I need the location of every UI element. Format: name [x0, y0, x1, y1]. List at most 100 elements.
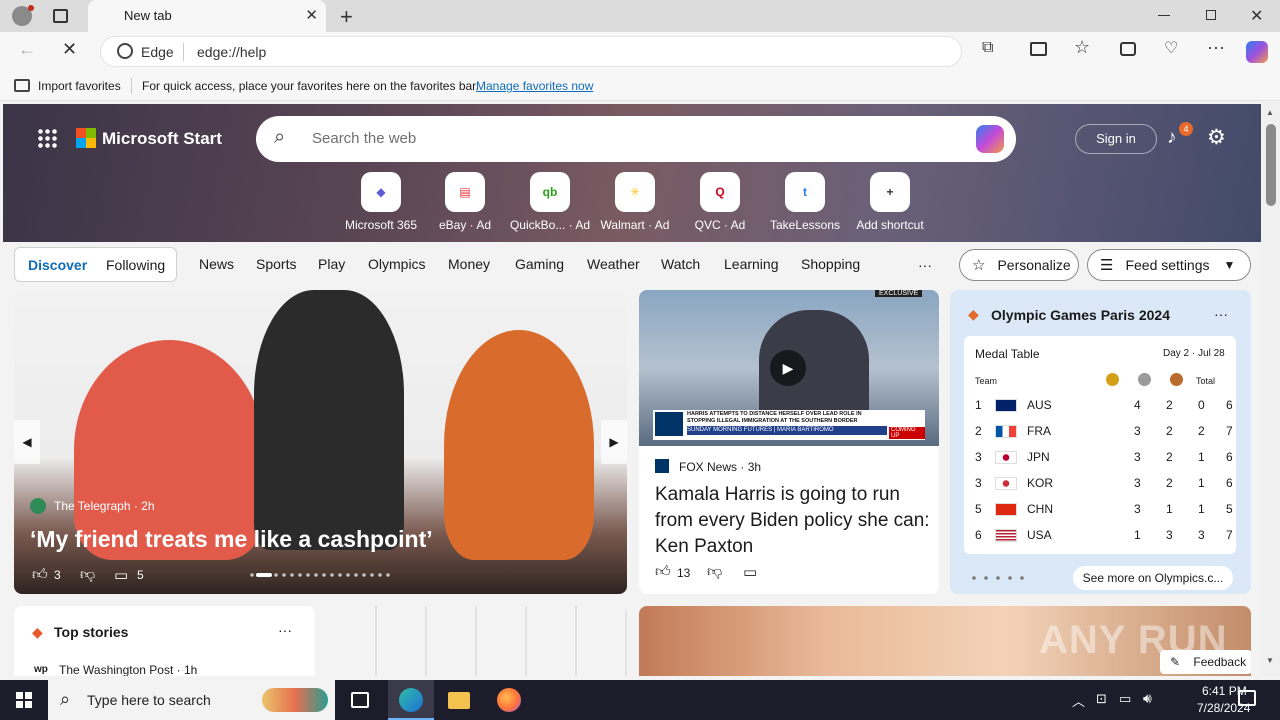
nav-more-icon[interactable]: ···: [918, 257, 932, 273]
carousel-prev-button[interactable]: ◀: [14, 420, 40, 464]
puzzle-card[interactable]: [327, 606, 627, 676]
feedback-button[interactable]: ✎ Feedback: [1160, 650, 1251, 674]
like-icon[interactable]: 👍︎: [655, 563, 671, 581]
tray-chevron-icon[interactable]: ︿: [1072, 691, 1085, 710]
minimize-icon[interactable]: [1158, 15, 1170, 16]
address-bar[interactable]: Edge edge://help: [100, 36, 962, 67]
network-icon[interactable]: ▭: [1119, 691, 1131, 707]
split-screen-icon[interactable]: [1030, 42, 1047, 56]
shortcut-walmart[interactable]: ✳ Walmart · Ad: [591, 172, 679, 232]
sign-in-button[interactable]: Sign in: [1075, 124, 1157, 154]
tab-watch[interactable]: Watch: [661, 256, 700, 272]
shortcut-ebay[interactable]: ▤ eBay · Ad: [421, 172, 509, 232]
tab-play[interactable]: Play: [318, 256, 345, 272]
search-input[interactable]: Search the web: [312, 130, 416, 147]
tab-following[interactable]: Following: [106, 257, 165, 273]
shortcut-microsoft365[interactable]: ◆ Microsoft 365: [337, 172, 425, 232]
collections-icon[interactable]: [1120, 42, 1136, 56]
edge-taskbar-button[interactable]: [388, 680, 434, 720]
taskbar-search-box[interactable]: ⌕ Type here to search: [48, 680, 335, 720]
medal-s: 2: [1166, 424, 1173, 438]
back-icon[interactable]: ←: [18, 39, 36, 60]
photo-story-card[interactable]: ANY RUN ✎ Feedback: [639, 606, 1251, 676]
notifications-icon[interactable]: ♪: [1167, 127, 1177, 149]
tab-discover[interactable]: Discover: [28, 257, 87, 273]
tab-sports[interactable]: Sports: [256, 256, 296, 272]
medal-row[interactable]: 6 USA 1 3 3 7: [974, 526, 1233, 546]
shortcut-plus[interactable]: + Add shortcut: [846, 172, 934, 232]
personalize-button[interactable]: ☆ Personalize: [959, 249, 1079, 281]
comment-icon[interactable]: ▭: [114, 566, 128, 584]
copilot-icon[interactable]: [1246, 41, 1268, 63]
play-button-icon[interactable]: ▶: [770, 350, 806, 386]
carousel-next-button[interactable]: ▶: [601, 420, 627, 464]
restore-icon[interactable]: [1206, 10, 1216, 20]
fox-story-card[interactable]: EXCLUSIVE ▶ HARRIS ATTEMPTS TO DISTANCE …: [639, 290, 939, 594]
close-tab-icon[interactable]: ✕: [305, 6, 318, 24]
task-view-icon[interactable]: [351, 692, 369, 708]
shortcut-qvc[interactable]: Q QVC · Ad: [676, 172, 764, 232]
shortcut-takelessons[interactable]: t TakeLessons: [761, 172, 849, 232]
olympics-page-dots[interactable]: [968, 576, 1024, 580]
tab-actions-icon[interactable]: [53, 9, 68, 23]
tab-olympics[interactable]: Olympics: [368, 256, 426, 272]
hero-story-card[interactable]: ◀ ▶ The Telegraph · 2h ‘My friend treats…: [14, 290, 627, 594]
start-button-icon[interactable]: [16, 692, 32, 708]
microsoft-start-logo[interactable]: Microsoft Start: [102, 129, 222, 149]
manage-favorites-link[interactable]: Manage favorites now: [476, 79, 593, 93]
scroll-up-icon[interactable]: ▲: [1266, 108, 1274, 117]
volume-icon[interactable]: 🔊︎: [1143, 690, 1152, 707]
page-scrollbar[interactable]: ▲ ▼: [1262, 102, 1280, 676]
scroll-down-icon[interactable]: ▼: [1266, 656, 1274, 665]
notification-center-icon[interactable]: [1238, 690, 1256, 706]
medal-s: 3: [1166, 528, 1173, 542]
olympics-more-icon[interactable]: ···: [1214, 306, 1228, 322]
tab-news[interactable]: News: [199, 256, 234, 272]
medal-row[interactable]: 2 FRA 3 2 2 7: [974, 422, 1233, 442]
stop-loading-icon[interactable]: ✕: [62, 39, 77, 60]
web-search-box[interactable]: ⌕ Search the web: [256, 116, 1016, 162]
medal-row[interactable]: 3 JPN 3 2 1 6: [974, 448, 1233, 468]
firefox-icon[interactable]: [497, 688, 521, 712]
medal-s: 1: [1166, 502, 1173, 516]
close-window-icon[interactable]: ✕: [1250, 6, 1263, 26]
tab-money[interactable]: Money: [448, 256, 490, 272]
favorites-icon[interactable]: ☆: [1074, 37, 1090, 58]
medal-row[interactable]: 3 KOR 3 2 1 6: [974, 474, 1233, 494]
shortcut-quickbooks[interactable]: qb QuickBo... · Ad: [506, 172, 594, 232]
settings-more-icon[interactable]: ···: [1207, 37, 1225, 58]
see-more-button[interactable]: See more on Olympics.c...: [1073, 566, 1233, 590]
hero-age: 2h: [141, 499, 155, 513]
top-stories-title[interactable]: Top stories: [54, 624, 128, 640]
like-icon[interactable]: 👍︎: [32, 566, 48, 584]
scroll-thumb[interactable]: [1266, 124, 1276, 206]
tab-gaming[interactable]: Gaming: [515, 256, 564, 272]
medal-row[interactable]: 5 CHN 3 1 1 5: [974, 500, 1233, 520]
extensions-icon[interactable]: ⧉: [982, 39, 993, 57]
address-url[interactable]: edge://help: [197, 44, 266, 60]
video-thumbnail[interactable]: EXCLUSIVE ▶ HARRIS ATTEMPTS TO DISTANCE …: [639, 290, 939, 446]
hero-title[interactable]: ‘My friend treats me like a cashpoint’: [30, 526, 433, 553]
taskbar-search-input[interactable]: Type here to search: [87, 692, 211, 708]
feed-settings-button[interactable]: ☰ Feed settings ▼: [1087, 249, 1251, 281]
tab-weather[interactable]: Weather: [587, 256, 640, 272]
fox-title[interactable]: Kamala Harris is going to run from every…: [655, 482, 930, 560]
new-tab-icon[interactable]: +: [340, 4, 353, 30]
import-favorites-button[interactable]: Import favorites: [38, 79, 121, 93]
file-explorer-icon[interactable]: [448, 692, 470, 709]
top-stories-more-icon[interactable]: ···: [278, 622, 292, 638]
page-settings-icon[interactable]: ⚙: [1207, 125, 1226, 150]
dislike-icon[interactable]: 👎︎: [80, 566, 95, 584]
tab-learning[interactable]: Learning: [724, 256, 779, 272]
tab-shopping[interactable]: Shopping: [801, 256, 860, 272]
copilot-search-icon[interactable]: [976, 125, 1004, 153]
olympics-title[interactable]: Olympic Games Paris 2024: [991, 307, 1170, 323]
dislike-icon[interactable]: 👎︎: [707, 563, 722, 581]
medal-row[interactable]: 1 AUS 4 2 0 6: [974, 396, 1233, 416]
browser-essentials-icon[interactable]: ♡: [1164, 38, 1178, 58]
tab-new-tab[interactable]: New tab ✕: [88, 0, 326, 32]
tray-app-icon[interactable]: ⊡: [1096, 691, 1107, 707]
medal-table[interactable]: Medal Table Day 2 · Jul 28 Team Total: [964, 336, 1236, 554]
apps-launcher-icon[interactable]: [37, 128, 57, 148]
comment-off-icon[interactable]: ▭: [743, 563, 757, 581]
